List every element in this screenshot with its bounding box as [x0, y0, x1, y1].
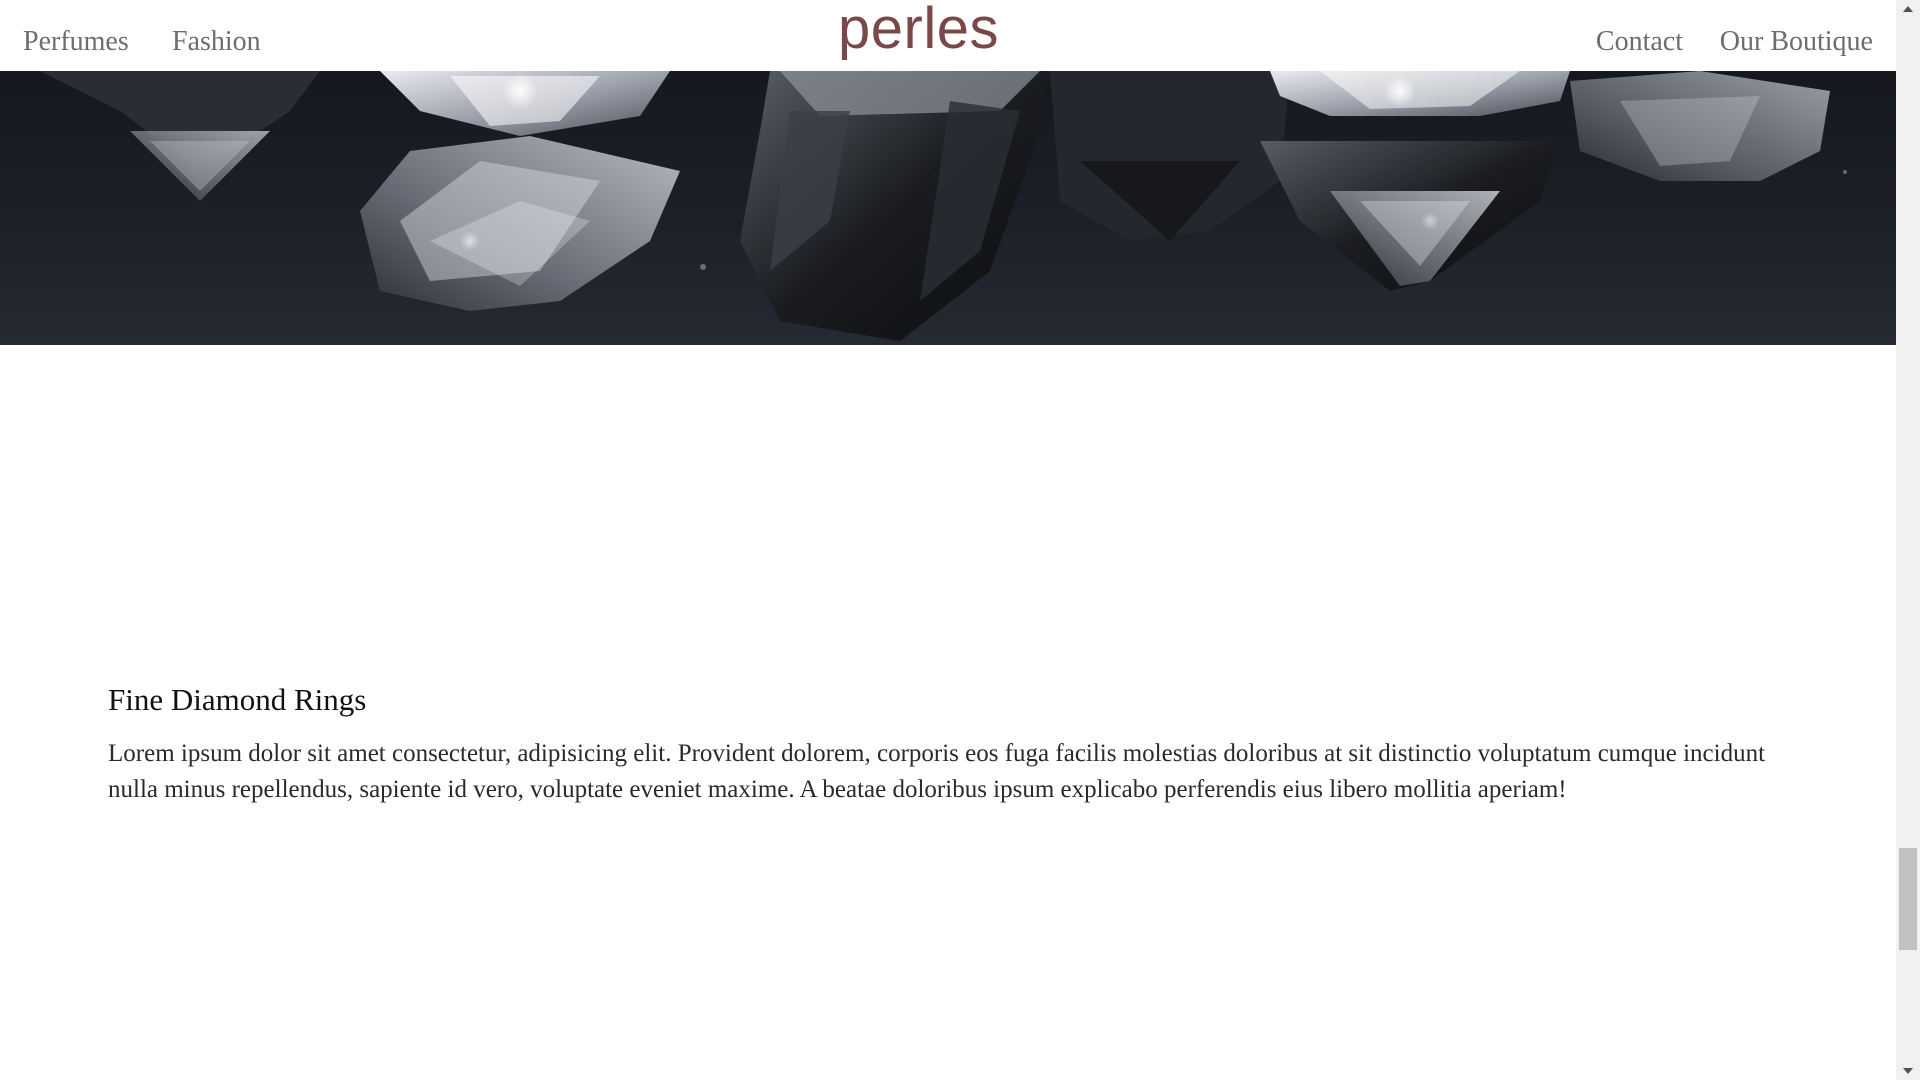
nav-link-perfumes[interactable]: Perfumes — [23, 22, 129, 62]
nav-link-fashion[interactable]: Fashion — [172, 22, 261, 62]
scroll-down-arrow-icon[interactable] — [1896, 1063, 1920, 1080]
vertical-scrollbar[interactable] — [1896, 0, 1920, 1080]
section-body-text: Lorem ipsum dolor sit amet consectetur, … — [108, 740, 1766, 803]
diamonds-photo-icon — [40, 71, 1847, 341]
hero-image-diamonds — [0, 71, 1896, 345]
nav-link-contact[interactable]: Contact — [1596, 22, 1683, 62]
scroll-up-arrow-icon[interactable] — [1896, 0, 1920, 17]
section-heading: Fine Diamond Rings — [108, 682, 367, 717]
page-viewport: Perfumes Fashion perles Contact Our Bout… — [0, 0, 1896, 1080]
scrollbar-thumb[interactable] — [1899, 848, 1917, 950]
site-header: Perfumes Fashion perles Contact Our Bout… — [0, 0, 1896, 71]
brand-logo[interactable]: perles — [838, 0, 999, 64]
nav-link-our-boutique[interactable]: Our Boutique — [1720, 22, 1873, 62]
